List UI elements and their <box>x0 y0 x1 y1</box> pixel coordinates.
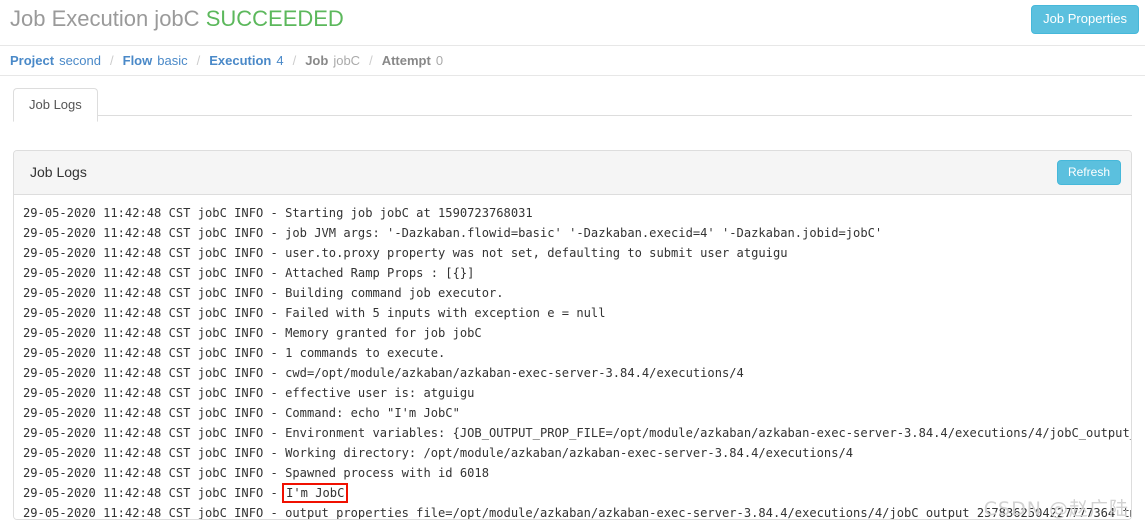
breadcrumb-item-attempt: Attempt 0 <box>382 53 443 68</box>
breadcrumb-item-project[interactable]: Project second <box>10 53 101 68</box>
highlighted-log-text: I'm JobC <box>282 483 349 503</box>
log-line: 29-05-2020 11:42:48 CST jobC INFO - Memo… <box>23 326 482 340</box>
breadcrumb-project-value: second <box>59 53 101 68</box>
breadcrumb-separator: / <box>369 53 373 68</box>
log-line: 29-05-2020 11:42:48 CST jobC INFO - Spaw… <box>23 466 489 480</box>
breadcrumb-attempt-value: 0 <box>435 53 444 68</box>
job-logs-panel: Job Logs Refresh 29-05-2020 11:42:48 CST… <box>13 150 1132 520</box>
breadcrumb-flow-key: Flow <box>122 53 153 68</box>
breadcrumb-separator: / <box>292 53 297 68</box>
status-badge: SUCCEEDED <box>205 6 344 31</box>
breadcrumb-item-job: Job jobC <box>305 53 360 68</box>
page-header: Job Execution jobC SUCCEEDED Job Propert… <box>0 0 1145 46</box>
breadcrumb: Project second / Flow basic / Execution … <box>0 46 1145 76</box>
page-title-text: Job Execution jobC <box>10 6 200 31</box>
log-line: 29-05-2020 11:42:48 CST jobC INFO - 1 co… <box>23 346 446 360</box>
log-line: 29-05-2020 11:42:48 CST jobC INFO - job … <box>23 226 883 240</box>
log-line: 29-05-2020 11:42:48 CST jobC INFO - Atta… <box>23 266 475 280</box>
log-line-prefix: 29-05-2020 11:42:48 CST jobC INFO - <box>23 486 286 500</box>
refresh-button[interactable]: Refresh <box>1056 160 1121 185</box>
log-line: 29-05-2020 11:42:48 CST jobC INFO - user… <box>23 246 788 260</box>
breadcrumb-project-key: Project <box>10 53 55 68</box>
breadcrumb-job-value: jobC <box>333 53 361 68</box>
log-line: 29-05-2020 11:42:48 CST jobC INFO - effe… <box>23 386 475 400</box>
job-properties-button[interactable]: Job Properties <box>1031 5 1139 34</box>
breadcrumb-flow-value: basic <box>157 53 188 68</box>
tab-strip: Job Logs <box>0 76 1145 122</box>
log-line: 29-05-2020 11:42:48 CST jobC INFO - I'm … <box>14 483 1131 503</box>
log-line: 29-05-2020 11:42:48 CST jobC INFO - cwd=… <box>23 366 744 380</box>
breadcrumb-attempt-key: Attempt <box>381 53 431 68</box>
page-title: Job Execution jobC SUCCEEDED <box>10 6 344 32</box>
breadcrumb-item-flow[interactable]: Flow basic <box>123 53 188 68</box>
breadcrumb-execution-key: Execution <box>209 53 272 68</box>
log-line: 29-05-2020 11:42:48 CST jobC INFO - Buil… <box>23 286 504 300</box>
panel-heading: Job Logs Refresh <box>14 151 1131 195</box>
log-line: 29-05-2020 11:42:48 CST jobC INFO - Star… <box>23 206 533 220</box>
tab-job-logs[interactable]: Job Logs <box>13 88 98 122</box>
breadcrumb-separator: / <box>110 53 114 68</box>
log-line: 29-05-2020 11:42:48 CST jobC INFO - Fail… <box>23 306 606 320</box>
log-output[interactable]: 29-05-2020 11:42:48 CST jobC INFO - Star… <box>14 195 1131 519</box>
breadcrumb-separator: / <box>196 53 201 68</box>
log-line: 29-05-2020 11:42:48 CST jobC INFO - Envi… <box>23 426 1131 440</box>
log-line: 29-05-2020 11:42:48 CST jobC INFO - Comm… <box>23 406 460 420</box>
log-line: 29-05-2020 11:42:48 CST jobC INFO - outp… <box>23 506 1131 519</box>
breadcrumb-job-key: Job <box>305 53 329 68</box>
log-line: 29-05-2020 11:42:48 CST jobC INFO - Work… <box>23 446 854 460</box>
breadcrumb-execution-value: 4 <box>276 53 284 68</box>
breadcrumb-item-execution[interactable]: Execution 4 <box>209 53 283 68</box>
panel-title: Job Logs <box>30 164 87 180</box>
